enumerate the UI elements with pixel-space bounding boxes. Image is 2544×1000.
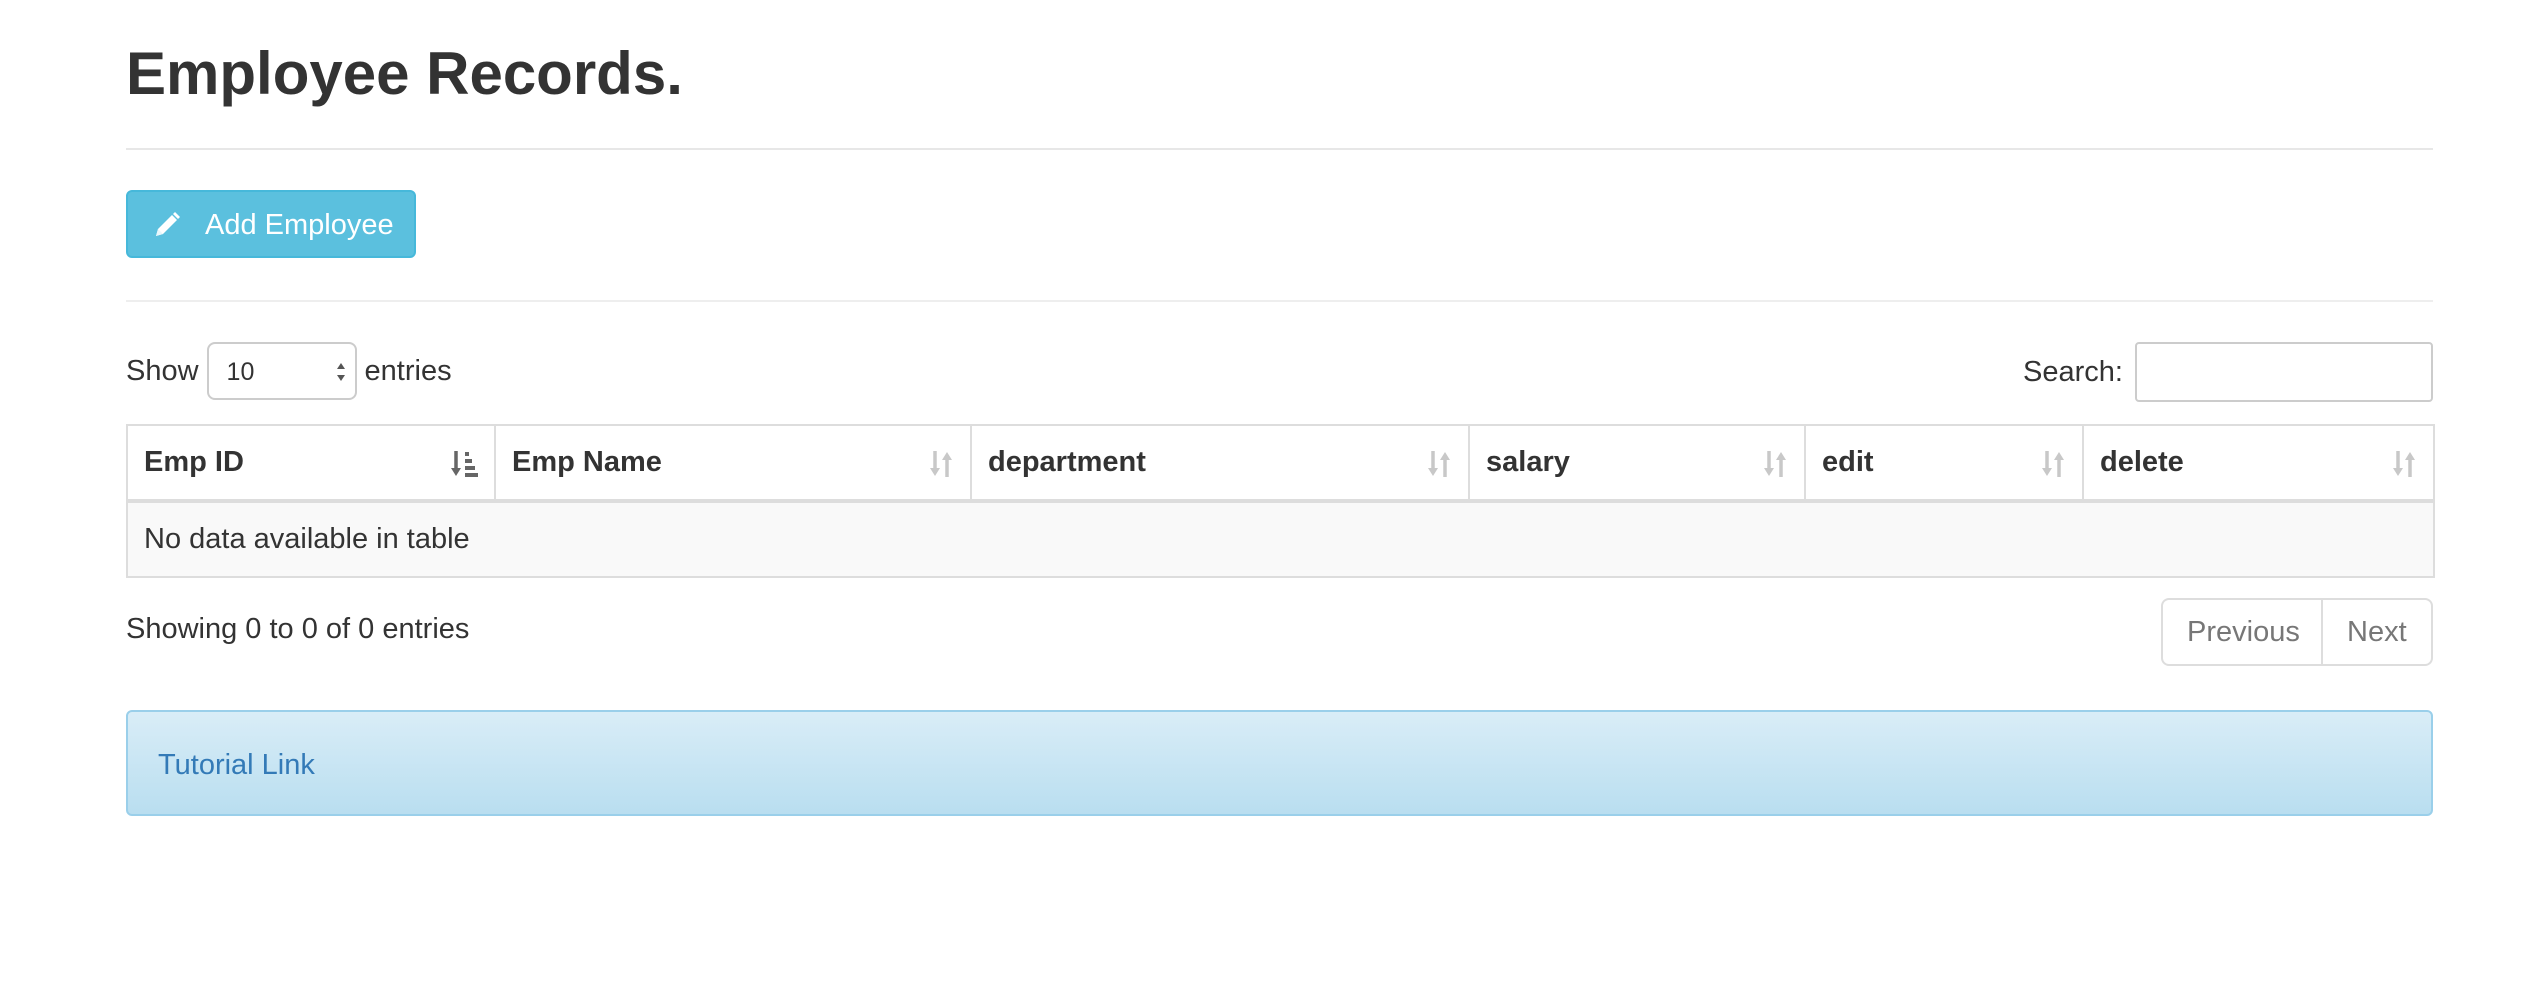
sort-both-icon [2393,451,2415,477]
tutorial-alert: Tutorial Link [126,710,2433,816]
select-arrows-icon [336,363,345,381]
empty-table-message: No data available in table [126,500,2435,578]
tutorial-link[interactable]: Tutorial Link [158,748,315,782]
search-control: Search: [2023,342,2433,402]
column-label: salary [1486,446,1570,478]
sort-both-icon [930,451,952,477]
show-label: Show [126,354,199,387]
pagination: Previous Next [2161,598,2433,666]
column-label: edit [1822,446,1874,478]
column-label: Emp ID [144,446,244,478]
column-label: delete [2100,446,2184,478]
sort-both-icon [2042,451,2064,477]
entries-label: entries [364,354,452,387]
pencil-icon [156,212,180,236]
sort-ascending-icon [451,451,478,477]
employee-table: Emp ID Emp Name department salary edit d… [126,424,2435,578]
column-header-department[interactable]: department [970,424,1470,503]
add-employee-label: Add Employee [205,209,394,241]
page-title: Employee Records. [126,40,683,107]
table-info: Showing 0 to 0 of 0 entries [126,613,470,645]
search-input[interactable] [2135,342,2433,402]
toolbar-divider [126,300,2433,302]
page-length-value: 10 [226,358,255,386]
sort-both-icon [1764,451,1786,477]
page-length-select[interactable]: 10 [206,342,357,400]
add-employee-button[interactable]: Add Employee [126,190,416,258]
search-label: Search: [2023,355,2123,388]
column-label: Emp Name [512,446,662,478]
previous-page-button[interactable]: Previous [2161,598,2323,666]
page-length-control: Show 10 entries [126,342,452,400]
column-header-salary[interactable]: salary [1468,424,1806,503]
column-header-edit[interactable]: edit [1804,424,2084,503]
column-header-delete[interactable]: delete [2082,424,2435,503]
table-header-row: Emp ID Emp Name department salary edit d… [126,424,2435,503]
sort-both-icon [1428,451,1450,477]
column-header-emp-name[interactable]: Emp Name [494,424,972,503]
table-row: No data available in table [126,500,2435,578]
column-header-emp-id[interactable]: Emp ID [126,424,496,503]
next-page-button[interactable]: Next [2323,598,2433,666]
title-divider [126,148,2433,150]
column-label: department [988,446,1146,478]
